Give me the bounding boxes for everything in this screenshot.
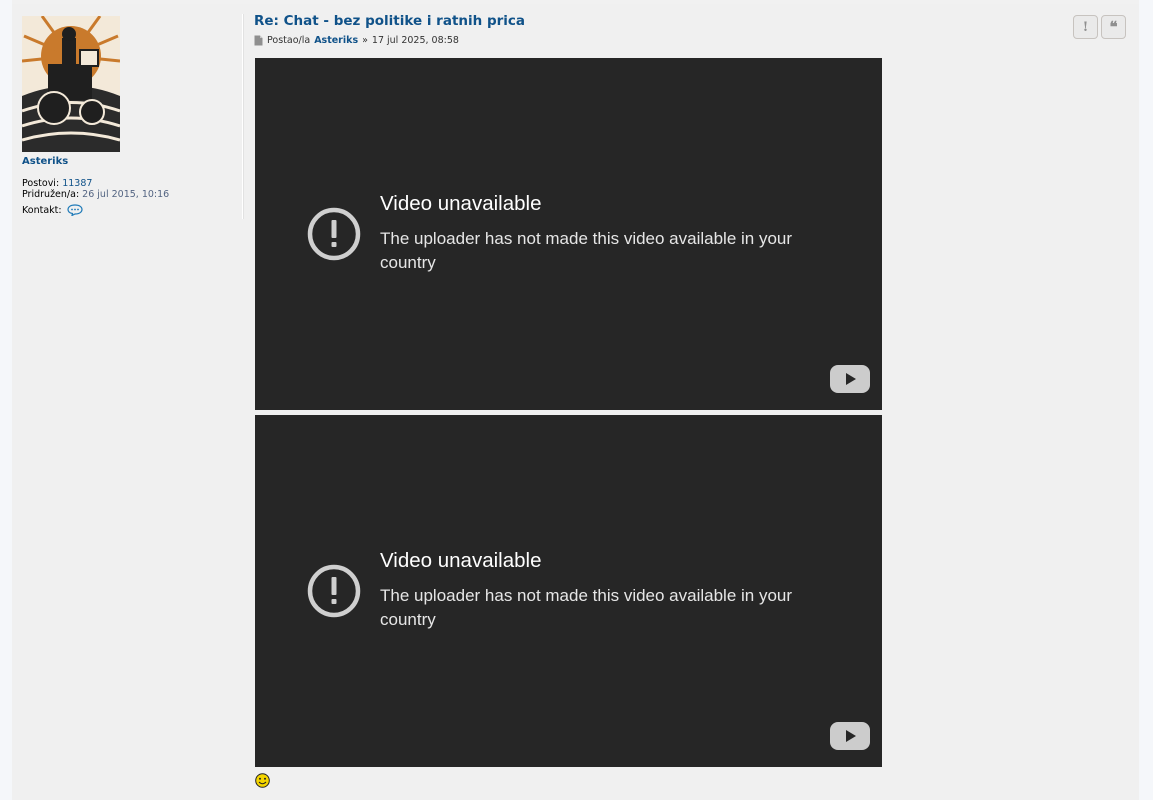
alert-circle-icon xyxy=(307,564,361,618)
speech-bubble-icon[interactable] xyxy=(66,204,83,216)
video-embed[interactable]: Video unavailable The uploader has not m… xyxy=(255,58,882,410)
profile-joined: Pridružen/a: 26 jul 2015, 10:16 xyxy=(22,189,169,200)
profile-joined-value: 26 jul 2015, 10:16 xyxy=(82,189,170,200)
document-icon[interactable] xyxy=(254,35,263,46)
post-meta: Postao/la Asteriks » 17 jul 2025, 08:58 xyxy=(254,35,459,46)
alert-circle-icon xyxy=(307,207,361,261)
video-title: Video unavailable xyxy=(380,192,542,215)
profile-contact-label: Kontakt: xyxy=(22,204,62,216)
profile-username[interactable]: Asteriks xyxy=(22,156,68,167)
post-title[interactable]: Re: Chat - bez politike i ratnih prica xyxy=(254,13,525,29)
report-button[interactable]: ! xyxy=(1073,15,1098,39)
video-message: The uploader has not made this video ava… xyxy=(380,586,793,629)
profile-divider xyxy=(242,14,243,219)
profile-posts-link[interactable]: 11387 xyxy=(62,178,92,189)
forum-post: Asteriks Postovi: 11387 Pridružen/a: 26 … xyxy=(12,4,1139,800)
post-date: 17 jul 2025, 08:58 xyxy=(371,35,459,46)
post-meta-prefix: Postao/la xyxy=(267,35,311,46)
smiley-icon xyxy=(255,773,270,788)
profile-joined-label: Pridružen/a: xyxy=(22,189,80,200)
post-meta-separator: » xyxy=(362,35,368,46)
quote-button[interactable]: ❝ xyxy=(1101,15,1126,39)
post-author-link[interactable]: Asteriks xyxy=(314,35,358,46)
video-message: The uploader has not made this video ava… xyxy=(380,229,793,272)
profile-contact: Kontakt: xyxy=(22,204,83,216)
youtube-icon[interactable] xyxy=(830,365,870,393)
video-title: Video unavailable xyxy=(380,549,542,572)
avatar[interactable] xyxy=(22,16,120,152)
avatar-image xyxy=(22,16,120,152)
profile-posts-label: Postovi: xyxy=(22,178,60,189)
profile-posts: Postovi: 11387 xyxy=(22,178,92,189)
youtube-icon[interactable] xyxy=(830,722,870,750)
video-embed[interactable]: Video unavailable The uploader has not m… xyxy=(255,415,882,767)
